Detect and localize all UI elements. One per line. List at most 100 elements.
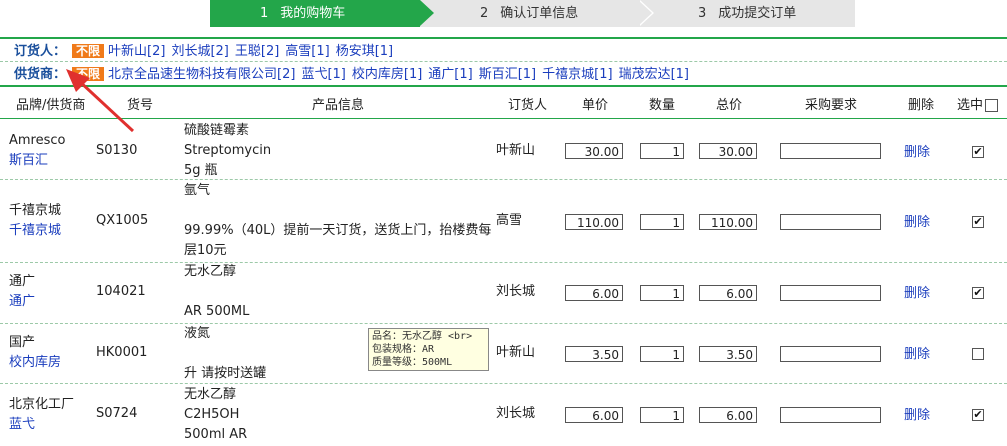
tooltip-line: 品名：无水乙醇 <br> xyxy=(372,331,473,342)
product-info: 硫酸链霉素 Streptomycin 5g 瓶 xyxy=(184,121,271,181)
table-row: 北京化工厂 蓝弋 S0724 无水乙醇 C2H5OH 500ml AR 刘长城 6.0… xyxy=(0,384,1007,446)
supplier-link[interactable]: 蓝弋 xyxy=(9,415,74,435)
product-info: 无水乙醇 C2H5OH 500ml AR xyxy=(184,385,247,445)
unit-price-field[interactable]: 6.00 xyxy=(565,407,623,423)
header-orderer: 订货人 xyxy=(508,98,548,113)
item-code: S0130 xyxy=(96,143,138,158)
header-price: 单价 xyxy=(582,98,609,113)
step-cart-label: 我的购物车 xyxy=(280,6,346,21)
brand-cell: 通广 通广 xyxy=(9,272,35,312)
orderer-name: 叶新山 xyxy=(496,345,536,360)
header-select: 选中 xyxy=(957,94,999,118)
unit-price-field[interactable]: 6.00 xyxy=(565,285,623,301)
table-row: 国产 校内库房 HK0001 液氮升 请按时送罐 叶新山 3.50 1 3.50 … xyxy=(0,324,1007,384)
table-row: 通广 通广 104021 无水乙醇 AR 500ML 刘长城 6.00 1 6.00… xyxy=(0,263,1007,324)
delete-link[interactable]: 删除 xyxy=(904,404,930,423)
product-line: 无水乙醇 xyxy=(184,264,237,279)
product-line: 硫酸链霉素 xyxy=(184,123,250,138)
select-checkbox[interactable]: ✔ xyxy=(972,287,984,299)
item-code: S0724 xyxy=(96,406,138,421)
total-price-field: 6.00 xyxy=(699,285,757,301)
supplier-link[interactable]: 瑞茂宏达[1] xyxy=(619,67,689,82)
purchase-req-field[interactable] xyxy=(780,407,881,423)
orderer-name: 叶新山 xyxy=(496,143,536,158)
product-line xyxy=(184,282,249,302)
product-line: AR 500ML xyxy=(184,304,250,319)
supplier-link[interactable]: 斯百汇[1] xyxy=(479,67,536,82)
total-price-field: 3.50 xyxy=(699,346,757,362)
step-submit: 3 成功提交订单 xyxy=(638,0,855,27)
step-confirm-label: 确认订单信息 xyxy=(500,6,579,21)
quantity-field[interactable]: 1 xyxy=(640,214,684,230)
total-price-field: 110.00 xyxy=(699,214,757,230)
product-line: C2H5OH xyxy=(184,407,240,422)
purchase-req-field[interactable] xyxy=(780,346,881,362)
step-cart: 1 我的购物车 xyxy=(210,0,434,27)
supplier-link[interactable]: 通广 xyxy=(9,292,35,312)
orderer-name: 刘长城 xyxy=(496,284,536,299)
item-code: HK0001 xyxy=(96,345,148,360)
unit-price-field[interactable]: 110.00 xyxy=(565,214,623,230)
product-line: 99.99%（40L）提前一天订货，送货上门，抬楼费每 xyxy=(184,223,492,238)
unit-price-field[interactable]: 3.50 xyxy=(565,346,623,362)
delete-link[interactable]: 删除 xyxy=(904,141,930,160)
header-product: 产品信息 xyxy=(312,98,365,113)
orderer-link[interactable]: 王聪[2] xyxy=(235,44,279,59)
delete-link[interactable]: 删除 xyxy=(904,282,930,301)
product-line: 500ml AR xyxy=(184,427,248,442)
header-qty: 数量 xyxy=(649,98,676,113)
brand-cell: 千禧京城 千禧京城 xyxy=(9,201,61,241)
supplier-link[interactable]: 校内库房 xyxy=(9,353,61,373)
tooltip-line: 包装规格：AR xyxy=(372,344,435,355)
brand-cell: 国产 校内库房 xyxy=(9,333,61,373)
brand-name: 国产 xyxy=(9,335,36,350)
total-price-field: 30.00 xyxy=(699,143,757,159)
product-line: 氩气 xyxy=(184,183,211,198)
quantity-field[interactable]: 1 xyxy=(640,346,684,362)
orderer-link[interactable]: 高雪[1] xyxy=(285,44,329,59)
product-line: 升 请按时送罐 xyxy=(184,366,267,381)
select-checkbox[interactable]: ✔ xyxy=(972,216,984,228)
product-line: 5g 瓶 xyxy=(184,163,218,178)
delete-link[interactable]: 删除 xyxy=(904,211,930,230)
item-code: 104021 xyxy=(96,284,146,299)
annotation-arrow-icon xyxy=(66,69,135,133)
product-tooltip: 品名：无水乙醇 <br> 包装规格：AR 质量等级：500ML xyxy=(368,328,489,371)
item-code: QX1005 xyxy=(96,213,149,228)
supplier-link[interactable]: 千禧京城[1] xyxy=(542,67,612,82)
quantity-field[interactable]: 1 xyxy=(640,407,684,423)
brand-name: 通广 xyxy=(9,274,36,289)
orderer-link[interactable]: 刘长城[2] xyxy=(171,44,228,59)
step-confirm: 2 确认订单信息 xyxy=(420,0,654,27)
purchase-req-field[interactable] xyxy=(780,285,881,301)
quantity-field[interactable]: 1 xyxy=(640,143,684,159)
orderer-name: 高雪 xyxy=(496,213,523,228)
delete-link[interactable]: 删除 xyxy=(904,343,930,362)
select-checkbox[interactable]: ✔ xyxy=(972,146,984,158)
supplier-link[interactable]: 蓝弋[1] xyxy=(301,67,345,82)
brand-name: 北京化工厂 xyxy=(9,397,75,412)
select-all-checkbox[interactable] xyxy=(985,99,999,112)
quantity-field[interactable]: 1 xyxy=(640,285,684,301)
orderer-link[interactable]: 杨安琪[1] xyxy=(336,44,393,59)
purchase-req-field[interactable] xyxy=(780,214,881,230)
checkout-steps: 1 我的购物车 2 确认订单信息 3 成功提交订单 xyxy=(210,0,855,27)
total-price-field: 6.00 xyxy=(699,407,757,423)
product-line: 层10元 xyxy=(184,243,227,258)
supplier-link[interactable]: 校内库房[1] xyxy=(352,67,422,82)
step-submit-label: 成功提交订单 xyxy=(718,6,797,21)
supplier-link[interactable]: 斯百汇 xyxy=(9,151,66,171)
product-line: 无水乙醇 xyxy=(184,387,237,402)
purchase-req-field[interactable] xyxy=(780,143,881,159)
product-line xyxy=(184,344,266,364)
unit-price-field[interactable]: 30.00 xyxy=(565,143,623,159)
product-info: 氩气 99.99%（40L）提前一天订货，送货上门，抬楼费每 层10元 xyxy=(184,181,491,261)
supplier-link[interactable]: 千禧京城 xyxy=(9,221,61,241)
select-checkbox[interactable]: ✔ xyxy=(972,409,984,421)
select-checkbox[interactable] xyxy=(972,348,984,360)
header-delete: 删除 xyxy=(908,98,935,113)
header-total: 总价 xyxy=(716,98,743,113)
product-line: Streptomycin xyxy=(184,143,272,158)
tooltip-line: 质量等级：500ML xyxy=(372,357,453,368)
supplier-link[interactable]: 通广[1] xyxy=(428,67,472,82)
